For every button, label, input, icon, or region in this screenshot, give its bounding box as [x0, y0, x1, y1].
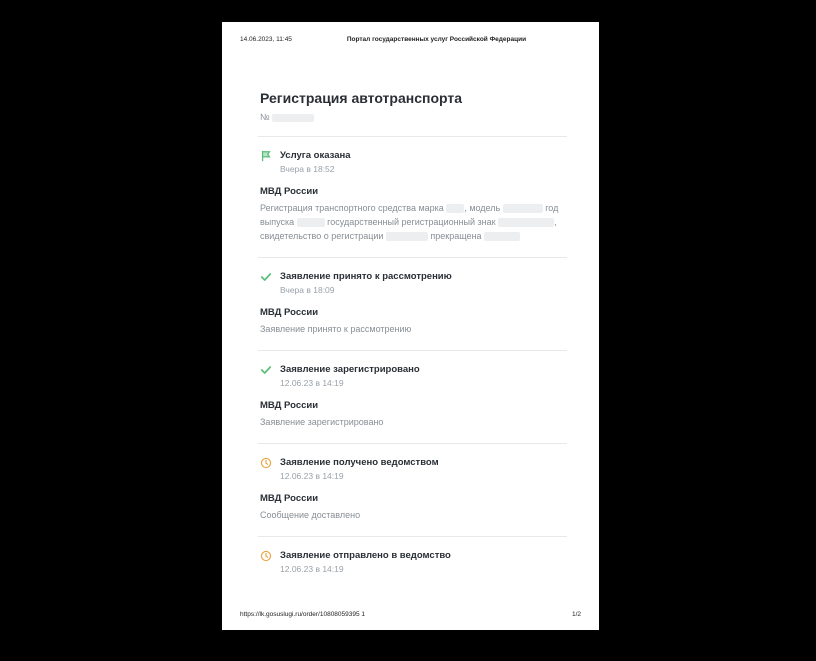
footer-url: https://lk.gosuslugi.ru/order/1080805939…: [240, 611, 365, 618]
step-title: Заявление зарегистрировано: [280, 364, 420, 375]
step-org: МВД России: [260, 400, 565, 411]
step-title: Заявление получено ведомством: [280, 457, 439, 468]
redacted: [503, 204, 543, 213]
step-org: МВД России: [260, 307, 565, 318]
clock-icon: [260, 457, 272, 469]
step-time: Вчера в 18:09: [260, 285, 565, 295]
step-time: 12.06.23 в 14:19: [260, 564, 565, 574]
redacted: [498, 218, 554, 227]
redacted: [386, 232, 428, 241]
status-step: Заявление принято к рассмотрению Вчера в…: [260, 270, 565, 336]
page-number: 1/2: [572, 611, 581, 618]
print-datetime: 14.06.2023, 11:45: [240, 36, 292, 43]
step-org: МВД России: [260, 186, 565, 197]
step-time: 12.06.23 в 14:19: [260, 471, 565, 481]
step-title: Заявление отправлено в ведомство: [280, 550, 451, 561]
step-title: Услуга оказана: [280, 150, 351, 161]
step-description: Регистрация транспортного средства марка…: [260, 201, 565, 243]
divider: [258, 257, 567, 258]
step-description: Заявление зарегистрировано: [260, 415, 565, 429]
redacted-number: [272, 114, 314, 122]
status-step: Заявление получено ведомством 12.06.23 в…: [260, 456, 565, 522]
divider: [258, 443, 567, 444]
divider: [258, 536, 567, 537]
page-header: 14.06.2023, 11:45 Портал государственных…: [240, 36, 581, 43]
step-time: Вчера в 18:52: [260, 164, 565, 174]
step-title: Заявление принято к рассмотрению: [280, 271, 452, 282]
step-time: 12.06.23 в 14:19: [260, 378, 565, 388]
step-description: Сообщение доставлено: [260, 508, 565, 522]
flag-icon: [260, 150, 272, 162]
status-step: Заявление отправлено в ведомство 12.06.2…: [260, 549, 565, 574]
number-label: №: [260, 112, 270, 122]
application-number: №: [260, 112, 565, 122]
divider: [258, 136, 567, 137]
status-step: Услуга оказана Вчера в 18:52 МВД России …: [260, 149, 565, 243]
step-description: Заявление принято к рассмотрению: [260, 322, 565, 336]
page-title: Регистрация автотранспорта: [260, 90, 565, 106]
check-icon: [260, 271, 272, 283]
redacted: [297, 218, 325, 227]
redacted: [446, 204, 464, 213]
divider: [258, 350, 567, 351]
content: Регистрация автотранспорта № Услуга оказ…: [260, 90, 565, 580]
redacted: [484, 232, 520, 241]
check-icon: [260, 364, 272, 376]
page-footer: https://lk.gosuslugi.ru/order/1080805939…: [240, 611, 581, 618]
status-step: Заявление зарегистрировано 12.06.23 в 14…: [260, 363, 565, 429]
step-org: МВД России: [260, 493, 565, 504]
clock-icon: [260, 550, 272, 562]
document-page: 14.06.2023, 11:45 Портал государственных…: [222, 22, 599, 630]
